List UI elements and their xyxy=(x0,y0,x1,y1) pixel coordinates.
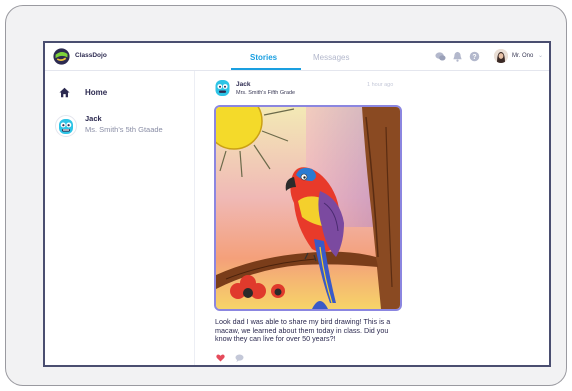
app-screen: ClassDojo Stories Messages ? Mr. Ono ⌄ H… xyxy=(43,41,551,367)
heart-icon[interactable] xyxy=(216,354,225,362)
tab-messages[interactable]: Messages xyxy=(313,53,349,62)
post-timestamp: 1 hour ago xyxy=(367,82,394,88)
post-caption: Look dad I was able to share my bird dra… xyxy=(215,317,391,344)
chevron-down-icon[interactable]: ⌄ xyxy=(538,52,543,59)
bird-drawing xyxy=(216,107,400,309)
bell-icon[interactable] xyxy=(452,51,463,62)
sidebar-item-label: Home xyxy=(85,88,108,97)
post-author[interactable]: Jack xyxy=(236,81,250,88)
student-class: Ms. Smith's 5th Gtaade xyxy=(85,125,163,134)
sidebar-item-home[interactable]: Home xyxy=(59,85,179,101)
home-icon xyxy=(59,87,70,98)
chat-bubbles-icon[interactable] xyxy=(435,51,446,62)
comment-icon[interactable] xyxy=(235,354,244,362)
post-class: Mrs. Smith's Fifth Grade xyxy=(236,90,296,96)
tablet-device: ClassDojo Stories Messages ? Mr. Ono ⌄ H… xyxy=(5,5,567,386)
post-author-avatar[interactable] xyxy=(215,79,230,97)
student-name: Jack xyxy=(85,114,102,123)
active-tab-indicator xyxy=(231,68,301,70)
tab-stories[interactable]: Stories xyxy=(250,53,277,62)
svg-text:?: ? xyxy=(472,54,476,61)
brand-name: ClassDojo xyxy=(75,52,107,59)
sidebar: Home Jack Ms. Smith's 5th Gtaade xyxy=(45,71,195,365)
classdojo-logo-icon[interactable] xyxy=(53,48,70,65)
teacher-avatar[interactable] xyxy=(494,49,508,63)
student-avatar xyxy=(55,115,77,137)
help-icon[interactable]: ? xyxy=(469,51,480,62)
teacher-name[interactable]: Mr. Ono xyxy=(512,53,533,59)
sidebar-item-student[interactable]: Jack Ms. Smith's 5th Gtaade xyxy=(55,111,190,145)
post-image[interactable] xyxy=(214,105,402,311)
top-bar: ClassDojo Stories Messages ? Mr. Ono ⌄ xyxy=(45,43,549,71)
